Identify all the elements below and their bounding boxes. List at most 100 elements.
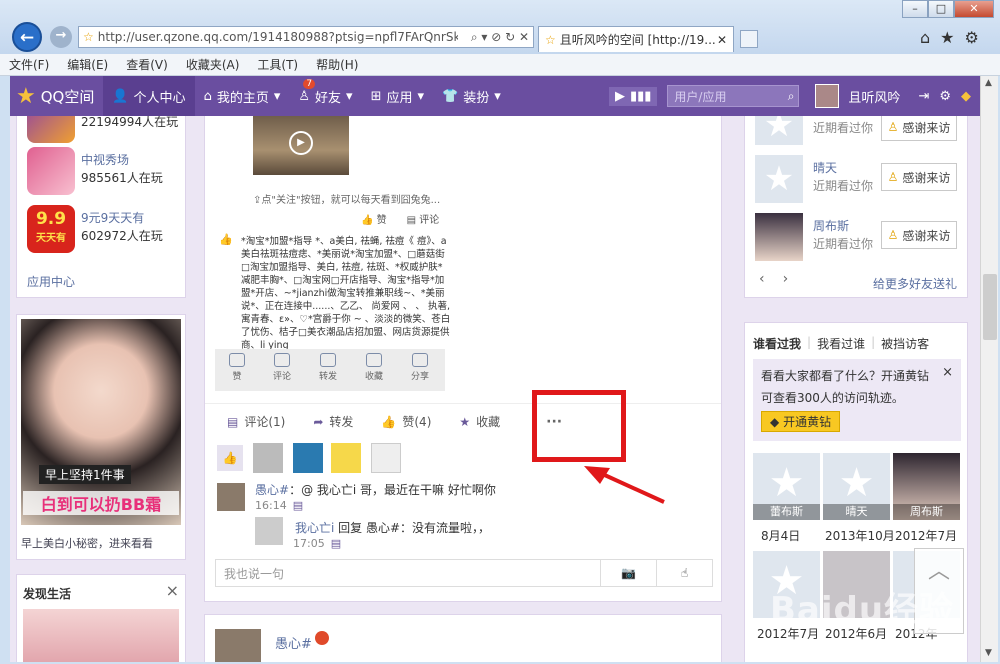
share-share-button[interactable]: 分享 xyxy=(411,353,429,382)
thank-visit-button[interactable]: ♙ 感谢来访 xyxy=(881,163,957,191)
tab-i-viewed[interactable]: 我看过谁 xyxy=(817,335,865,352)
open-vip-button[interactable]: ◆ 开通黄钻 xyxy=(761,411,841,432)
comment-author[interactable]: 愚心# xyxy=(255,483,289,497)
share-post-actions: 👍 赞 ▤ 评论 xyxy=(361,211,439,226)
tab-title: 且听风吟的空间 [http://19... xyxy=(559,33,716,47)
menu-favorites[interactable]: 收藏夹(A) xyxy=(177,56,249,73)
more-gifts-link[interactable]: 给更多好友送礼 xyxy=(873,275,957,292)
scrollbar-thumb[interactable] xyxy=(983,274,997,340)
vertical-scrollbar[interactable]: ▲ ▼ xyxy=(980,76,998,662)
logout-icon[interactable]: ⇥ xyxy=(918,89,929,104)
liker-avatar[interactable] xyxy=(371,443,401,473)
chevron-down-icon: ▾ xyxy=(273,88,281,104)
tab-blocked-visitors[interactable]: 被挡访客 xyxy=(881,335,929,352)
nav-apps[interactable]: ⊞ 应用 ▾ xyxy=(362,87,433,106)
tab-who-viewed-me[interactable]: 谁看过我 xyxy=(753,335,801,352)
minimize-icon[interactable]: – xyxy=(902,0,928,18)
game-icon-2[interactable] xyxy=(27,147,75,195)
next-feed-author[interactable]: 愚心# xyxy=(275,633,312,652)
share-like[interactable]: 👍 赞 xyxy=(361,211,387,226)
diamond-icon[interactable]: ◆ xyxy=(961,89,971,104)
beauty-ad-card[interactable]: 早上坚持1件事 白到可以扔BB霜 早上美白小秘密，进来看看 xyxy=(16,314,186,560)
recent-name[interactable]: 周布斯 xyxy=(813,217,849,234)
emoji-icon[interactable]: ☝ xyxy=(656,560,712,586)
share-forward-button[interactable]: 转发 xyxy=(319,353,337,382)
share-like-button[interactable]: 赞 xyxy=(228,353,245,382)
liker-avatar[interactable] xyxy=(293,443,323,473)
browser-tab[interactable]: ☆ 且听风吟的空间 [http://19... ✕ xyxy=(538,26,734,52)
new-tab-button[interactable] xyxy=(740,30,758,48)
next-feed-avatar[interactable] xyxy=(215,629,261,662)
user-avatar[interactable] xyxy=(815,84,840,108)
share-collect-button[interactable]: 收藏 xyxy=(365,353,383,382)
qzone-search-input[interactable]: 用户/应用 ⌕ xyxy=(667,85,800,107)
liker-avatar[interactable] xyxy=(253,443,283,473)
visitor-tile[interactable]: 周布斯 xyxy=(893,453,960,520)
url-text[interactable]: http://user.qzone.qq.com/1914180988?ptsi… xyxy=(98,30,458,44)
search-icon[interactable]: ⌕ ▾ ⊘ ↻ ✕ xyxy=(471,30,533,45)
share-icon-label: 评论 xyxy=(272,372,291,382)
comment-author[interactable]: 我心亡i xyxy=(295,521,334,535)
comment-avatar[interactable] xyxy=(217,483,245,511)
close-icon[interactable]: ✕ xyxy=(954,0,994,18)
menu-view[interactable]: 查看(V) xyxy=(117,56,177,73)
maximize-icon[interactable]: □ xyxy=(928,0,954,18)
favorites-icon[interactable]: ★ xyxy=(940,28,954,47)
home-icon[interactable]: ⌂ xyxy=(920,28,930,47)
music-player[interactable]: ▶ ▮▮▮ xyxy=(608,86,658,106)
reply-avatar[interactable] xyxy=(255,517,283,545)
nav-my-homepage[interactable]: ⌂ 我的主页 ▾ xyxy=(195,87,290,106)
game-icon-1[interactable] xyxy=(27,116,75,143)
game-icon-3[interactable]: 9.9 天天有 xyxy=(27,205,75,253)
video-thumbnail[interactable]: ▶ xyxy=(253,116,349,175)
ad-description[interactable]: 早上美白小秘密，进来看看 xyxy=(21,535,153,551)
game-name-3[interactable]: 9元9天天有 xyxy=(81,209,144,226)
visitor-avatar-photo[interactable] xyxy=(755,213,803,261)
chevron-left-icon[interactable]: ‹ xyxy=(759,271,765,287)
liker-avatar[interactable] xyxy=(331,443,361,473)
username[interactable]: 且听风吟 xyxy=(839,87,909,106)
nav-personal-center[interactable]: 👤 个人中心 xyxy=(103,76,195,116)
play-icon[interactable]: ▶ xyxy=(615,89,625,104)
visitor-avatar-star[interactable]: ★ xyxy=(755,155,803,203)
camera-icon[interactable]: 📷 xyxy=(600,560,656,586)
nav-friends[interactable]: ♙ 7 好友 ▾ xyxy=(289,78,361,106)
discover-image[interactable] xyxy=(23,609,179,662)
back-icon[interactable]: ← xyxy=(12,22,42,52)
visitor-avatar-star[interactable]: ★ xyxy=(755,116,803,145)
recent-name[interactable]: 晴天 xyxy=(813,159,837,176)
share-comment-button[interactable]: 评论 xyxy=(273,353,291,382)
visitor-tile[interactable]: ★ 蕾布斯 xyxy=(753,453,820,520)
play-icon[interactable]: ▶ xyxy=(289,131,313,155)
scroll-up-icon[interactable]: ▲ xyxy=(985,78,992,88)
menu-edit[interactable]: 编辑(E) xyxy=(58,56,117,73)
chevron-right-icon[interactable]: › xyxy=(783,271,789,287)
comment-button[interactable]: ▤ 评论(1) xyxy=(227,413,285,430)
thank-visit-button[interactable]: ♙ 感谢来访 xyxy=(881,116,957,141)
reply-icon[interactable]: ▤ xyxy=(331,537,341,550)
settings-icon[interactable]: ⚙ xyxy=(939,89,951,104)
menu-tools[interactable]: 工具(T) xyxy=(248,56,307,73)
qzone-logo[interactable]: ★ QQ空间 xyxy=(10,84,103,109)
tab-close-icon[interactable]: ✕ xyxy=(717,33,733,47)
discover-close-icon[interactable]: × xyxy=(166,581,179,600)
menu-help[interactable]: 帮助(H) xyxy=(307,56,367,73)
promo-close-icon[interactable]: × xyxy=(942,365,953,380)
collect-button[interactable]: ★ 收藏 xyxy=(459,413,500,430)
thank-visit-button[interactable]: ♙ 感谢来访 xyxy=(881,221,957,249)
reply-icon[interactable]: ▤ xyxy=(293,499,303,512)
search-icon[interactable]: ⌕ xyxy=(788,89,795,104)
menu-file[interactable]: 文件(F) xyxy=(0,56,58,73)
nav-dress-up[interactable]: 👕 装扮 ▾ xyxy=(433,87,510,106)
forward-icon[interactable]: → xyxy=(50,26,72,48)
visitor-tile[interactable]: ★ 晴天 xyxy=(823,453,890,520)
game-name-2[interactable]: 中视秀场 xyxy=(81,151,129,168)
address-bar[interactable]: ☆ http://user.qzone.qq.com/1914180988?pt… xyxy=(78,26,534,48)
app-center-link[interactable]: 应用中心 xyxy=(27,273,75,290)
comment-input[interactable]: 我也说一句 📷 ☝ xyxy=(215,559,713,587)
scroll-down-icon[interactable]: ▼ xyxy=(985,648,992,658)
share-comment[interactable]: ▤ 评论 xyxy=(407,211,440,226)
forward-button[interactable]: ➦ 转发 xyxy=(313,413,353,430)
like-button[interactable]: 👍 赞(4) xyxy=(381,413,431,430)
settings-gear-icon[interactable]: ⚙ xyxy=(965,28,979,47)
